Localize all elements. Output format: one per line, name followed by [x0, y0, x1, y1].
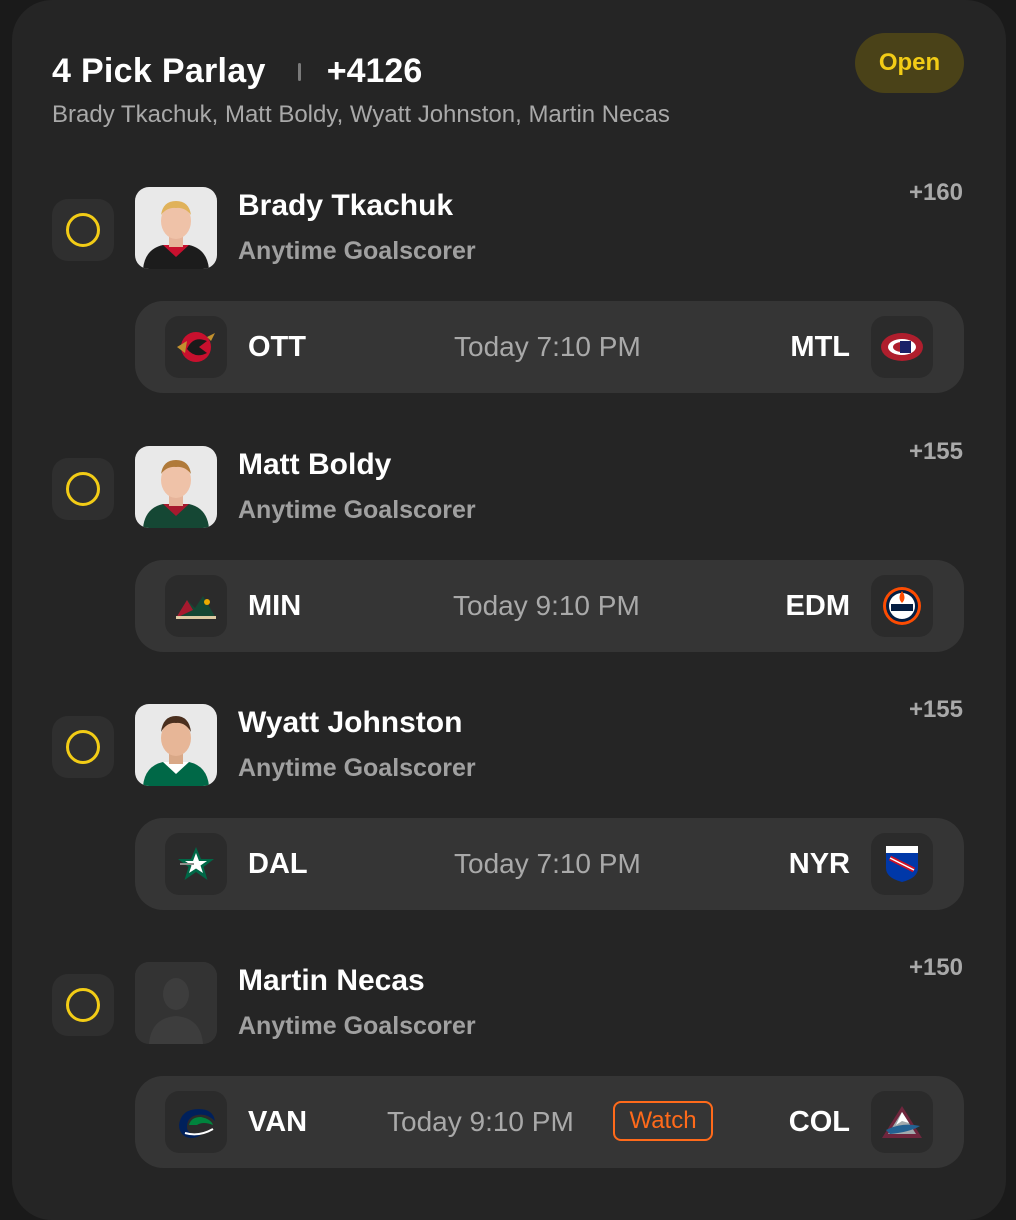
rangers-logo-icon	[871, 833, 933, 895]
away-team: VAN	[248, 1106, 308, 1138]
leg-status	[52, 974, 114, 1036]
home-team: MTL	[790, 331, 850, 363]
oilers-logo-icon	[871, 575, 933, 637]
away-team: DAL	[248, 848, 308, 880]
game-row[interactable]: OTT Today 7:10 PM MTL	[135, 301, 964, 393]
pending-ring-icon	[66, 988, 100, 1022]
leg-odds: +160	[908, 179, 963, 206]
parlay-odds: +4126	[326, 52, 423, 90]
avalanche-logo-icon	[871, 1091, 933, 1153]
pending-ring-icon	[66, 472, 100, 506]
game-row[interactable]: VAN Today 9:10 PM Watch COL	[135, 1076, 964, 1168]
wild-logo-icon	[165, 575, 227, 637]
player-headshot	[135, 704, 217, 786]
leg-item[interactable]: Wyatt Johnston Anytime Goalscorer +155 D…	[0, 696, 1016, 934]
leg-status	[52, 716, 114, 778]
pending-ring-icon	[66, 213, 100, 247]
stars-logo-icon	[165, 833, 227, 895]
leg-odds: +150	[908, 954, 963, 981]
game-time: Today 7:10 PM	[454, 331, 641, 362]
leg-item[interactable]: Brady Tkachuk Anytime Goalscorer +160 OT…	[0, 179, 1016, 417]
player-name: Wyatt Johnston	[238, 706, 463, 739]
game-time: Today 7:10 PM	[454, 848, 641, 879]
leg-status	[52, 458, 114, 520]
leg-item[interactable]: Matt Boldy Anytime Goalscorer +155 MIN T…	[0, 438, 1016, 676]
game-row[interactable]: DAL Today 7:10 PM NYR	[135, 818, 964, 910]
game-time: Today 9:10 PM	[387, 1106, 574, 1137]
leg-odds: +155	[908, 438, 963, 465]
market-label: Anytime Goalscorer	[238, 496, 476, 524]
status-badge: Open	[855, 33, 964, 93]
market-label: Anytime Goalscorer	[238, 1012, 476, 1040]
leg-odds: +155	[908, 696, 963, 723]
game-time: Today 9:10 PM	[453, 590, 640, 621]
watch-button[interactable]: Watch	[613, 1101, 713, 1141]
parlay-title: 4 Pick Parlay	[52, 52, 266, 90]
canadiens-logo-icon	[871, 316, 933, 378]
senators-logo-icon	[165, 316, 227, 378]
parlay-players: Brady Tkachuk, Matt Boldy, Wyatt Johnsto…	[52, 101, 670, 128]
player-headshot-placeholder	[135, 962, 217, 1044]
player-name: Brady Tkachuk	[238, 189, 454, 222]
header-divider	[297, 62, 301, 81]
home-team: EDM	[785, 590, 850, 622]
canucks-logo-icon	[165, 1091, 227, 1153]
home-team: COL	[788, 1106, 850, 1138]
player-headshot	[135, 187, 217, 269]
pending-ring-icon	[66, 730, 100, 764]
player-name: Martin Necas	[238, 964, 425, 997]
leg-status	[52, 199, 114, 261]
parlay-header: 4 Pick Parlay +4126	[52, 52, 422, 91]
market-label: Anytime Goalscorer	[238, 754, 476, 782]
game-row[interactable]: MIN Today 9:10 PM EDM	[135, 560, 964, 652]
player-headshot	[135, 446, 217, 528]
leg-item[interactable]: Martin Necas Anytime Goalscorer +150 VAN…	[0, 954, 1016, 1192]
away-team: MIN	[248, 590, 302, 622]
home-team: NYR	[788, 848, 850, 880]
player-name: Matt Boldy	[238, 448, 392, 481]
away-team: OTT	[248, 331, 306, 363]
market-label: Anytime Goalscorer	[238, 237, 476, 265]
